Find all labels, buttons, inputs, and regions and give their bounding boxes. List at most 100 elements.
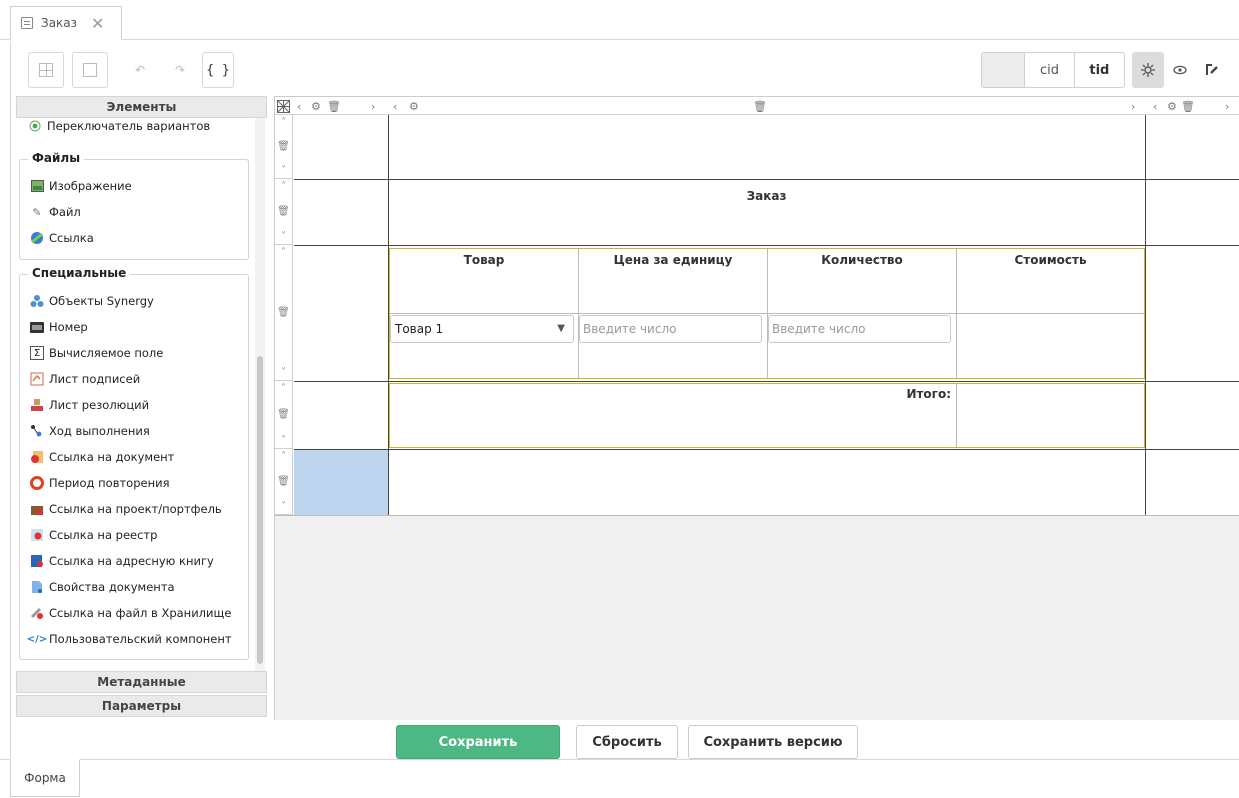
chevron-up-icon[interactable]: ˄ bbox=[281, 451, 286, 462]
close-icon[interactable]: ✕ bbox=[91, 14, 104, 33]
trash-icon[interactable]: 🗑 bbox=[277, 476, 290, 487]
row-controls[interactable]: ˄ 🗑 ˅ bbox=[275, 381, 293, 449]
list-item-label: Лист подписей bbox=[49, 372, 141, 386]
list-item[interactable]: Ссылка на реестр bbox=[30, 525, 157, 545]
edit-mode-button[interactable] bbox=[1196, 52, 1228, 88]
document-tab-title: Заказ bbox=[41, 16, 78, 30]
trash-icon[interactable]: 🗑 bbox=[753, 98, 767, 114]
row-controls[interactable]: ˄ 🗑 ˅ bbox=[275, 115, 293, 179]
gear-icon[interactable]: ⚙ bbox=[409, 98, 419, 114]
list-item[interactable]: Ссылка bbox=[30, 228, 94, 248]
list-item-label: Пользовательский компонент bbox=[49, 632, 232, 646]
list-item-label: Ссылка на адресную книгу bbox=[49, 554, 214, 568]
tab-form[interactable]: Форма bbox=[10, 759, 80, 797]
row-controls[interactable]: ˄ 🗑 ˅ bbox=[275, 449, 293, 515]
chevron-left-icon[interactable]: ‹ bbox=[1153, 98, 1157, 114]
chevron-right-icon[interactable]: › bbox=[1131, 98, 1135, 114]
trash-icon[interactable]: 🗑 bbox=[277, 307, 290, 318]
col-header-quantity: Количество bbox=[821, 253, 903, 267]
chevron-right-icon[interactable]: › bbox=[1225, 98, 1229, 114]
total-border bbox=[389, 447, 1145, 448]
panel-scrollbar[interactable] bbox=[255, 118, 265, 671]
save-version-button[interactable]: Сохранить версию bbox=[688, 725, 858, 759]
id-blank-toggle[interactable] bbox=[982, 53, 1026, 87]
square-icon bbox=[83, 63, 97, 77]
chevron-down-icon[interactable]: ˅ bbox=[281, 367, 286, 378]
trash-icon[interactable]: 🗑 bbox=[327, 98, 341, 114]
document-tab[interactable]: Заказ ✕ bbox=[10, 6, 122, 40]
list-item[interactable]: Σ Вычисляемое поле bbox=[30, 343, 163, 363]
list-item[interactable]: Ссылка на адресную книгу bbox=[30, 551, 214, 571]
table-row-divider bbox=[390, 313, 1144, 314]
insert-table-button[interactable] bbox=[28, 52, 64, 88]
undo-button[interactable]: ↶ bbox=[124, 52, 156, 88]
list-item[interactable]: Лист резолюций bbox=[30, 395, 149, 415]
group-title: Файлы bbox=[28, 151, 85, 165]
preview-mode-button[interactable] bbox=[1164, 52, 1196, 88]
chevron-left-icon[interactable]: ‹ bbox=[297, 98, 301, 114]
selected-cell[interactable] bbox=[294, 450, 388, 515]
row-controls[interactable]: ˄ 🗑 ˅ bbox=[275, 245, 293, 381]
list-item[interactable]: Номер bbox=[30, 317, 88, 337]
scrollbar-thumb[interactable] bbox=[257, 356, 263, 664]
list-item-label: Переключатель вариантов bbox=[47, 119, 211, 133]
number-icon bbox=[30, 320, 44, 334]
save-button[interactable]: Сохранить bbox=[396, 725, 560, 759]
list-item-label: Период повторения bbox=[49, 476, 170, 490]
metadata-header[interactable]: Метаданные bbox=[16, 671, 267, 693]
progress-icon bbox=[30, 424, 44, 438]
list-item[interactable]: Ссылка на документ bbox=[30, 447, 174, 467]
product-select[interactable]: Товар 1 ▼ bbox=[390, 315, 574, 343]
chevron-right-icon[interactable]: › bbox=[371, 98, 375, 114]
chevron-up-icon[interactable]: ˄ bbox=[281, 383, 286, 394]
list-item[interactable]: Свойства документа bbox=[30, 577, 175, 597]
reset-button[interactable]: Сбросить bbox=[576, 725, 678, 759]
list-item-label: Свойства документа bbox=[49, 580, 175, 594]
chevron-up-icon[interactable]: ˄ bbox=[281, 247, 286, 258]
params-header[interactable]: Параметры bbox=[16, 695, 267, 717]
list-item[interactable]: ✎ Файл bbox=[30, 202, 80, 222]
chevron-up-icon[interactable]: ˄ bbox=[281, 117, 286, 128]
doc-properties-icon bbox=[30, 580, 44, 594]
chevron-up-icon[interactable]: ˄ bbox=[281, 181, 286, 192]
list-item[interactable]: Изображение bbox=[30, 176, 132, 196]
insert-block-button[interactable] bbox=[72, 52, 108, 88]
dropdown-arrow-icon[interactable]: ▼ bbox=[557, 323, 565, 334]
chevron-down-icon[interactable]: ˅ bbox=[281, 231, 286, 242]
design-mode-button[interactable] bbox=[1132, 52, 1164, 88]
trash-icon[interactable]: 🗑 bbox=[277, 206, 290, 217]
price-input[interactable]: Введите число bbox=[579, 315, 762, 343]
list-item-label: Вычисляемое поле bbox=[49, 346, 164, 360]
row-divider bbox=[294, 381, 1239, 382]
special-group: Специальные Объекты Synergy Номер Σ Вычи… bbox=[19, 266, 249, 660]
list-item[interactable]: Ссылка на файл в Хранилище bbox=[30, 603, 231, 623]
settings-icon bbox=[1141, 63, 1155, 77]
list-item[interactable]: Объекты Synergy bbox=[30, 291, 154, 311]
list-item[interactable]: Лист подписей bbox=[30, 369, 140, 389]
trash-icon[interactable]: 🗑 bbox=[277, 141, 290, 152]
list-item[interactable]: Переключатель вариантов bbox=[28, 118, 210, 136]
list-item[interactable]: Ход выполнения bbox=[30, 421, 150, 441]
quantity-input[interactable]: Введите число bbox=[768, 315, 951, 343]
list-item[interactable]: Ссылка на проект/портфель bbox=[30, 499, 222, 519]
chevron-left-icon[interactable]: ‹ bbox=[393, 98, 397, 114]
chevron-down-icon[interactable]: ˅ bbox=[281, 165, 286, 176]
tid-toggle[interactable]: tid bbox=[1075, 53, 1124, 87]
addressbook-link-icon bbox=[30, 554, 44, 568]
repeat-icon bbox=[30, 476, 44, 490]
chevron-down-icon[interactable]: ˅ bbox=[281, 501, 286, 512]
row-controls[interactable]: ˄ 🗑 ˅ bbox=[275, 179, 293, 245]
elements-header[interactable]: Элементы bbox=[16, 96, 267, 118]
gear-icon[interactable]: ⚙ bbox=[311, 98, 321, 114]
redo-button[interactable]: ↷ bbox=[164, 52, 196, 88]
trash-icon[interactable]: 🗑 bbox=[1181, 98, 1195, 114]
table-menu-icon[interactable] bbox=[277, 98, 290, 114]
row-divider bbox=[294, 179, 1239, 180]
chevron-down-icon[interactable]: ˅ bbox=[281, 435, 286, 446]
cid-toggle[interactable]: cid bbox=[1025, 53, 1075, 87]
json-button[interactable]: { } bbox=[202, 52, 234, 88]
list-item[interactable]: Период повторения bbox=[30, 473, 170, 493]
list-item[interactable]: </> Пользовательский компонент bbox=[27, 629, 232, 649]
trash-icon[interactable]: 🗑 bbox=[277, 409, 290, 420]
gear-icon[interactable]: ⚙ bbox=[1167, 98, 1177, 114]
